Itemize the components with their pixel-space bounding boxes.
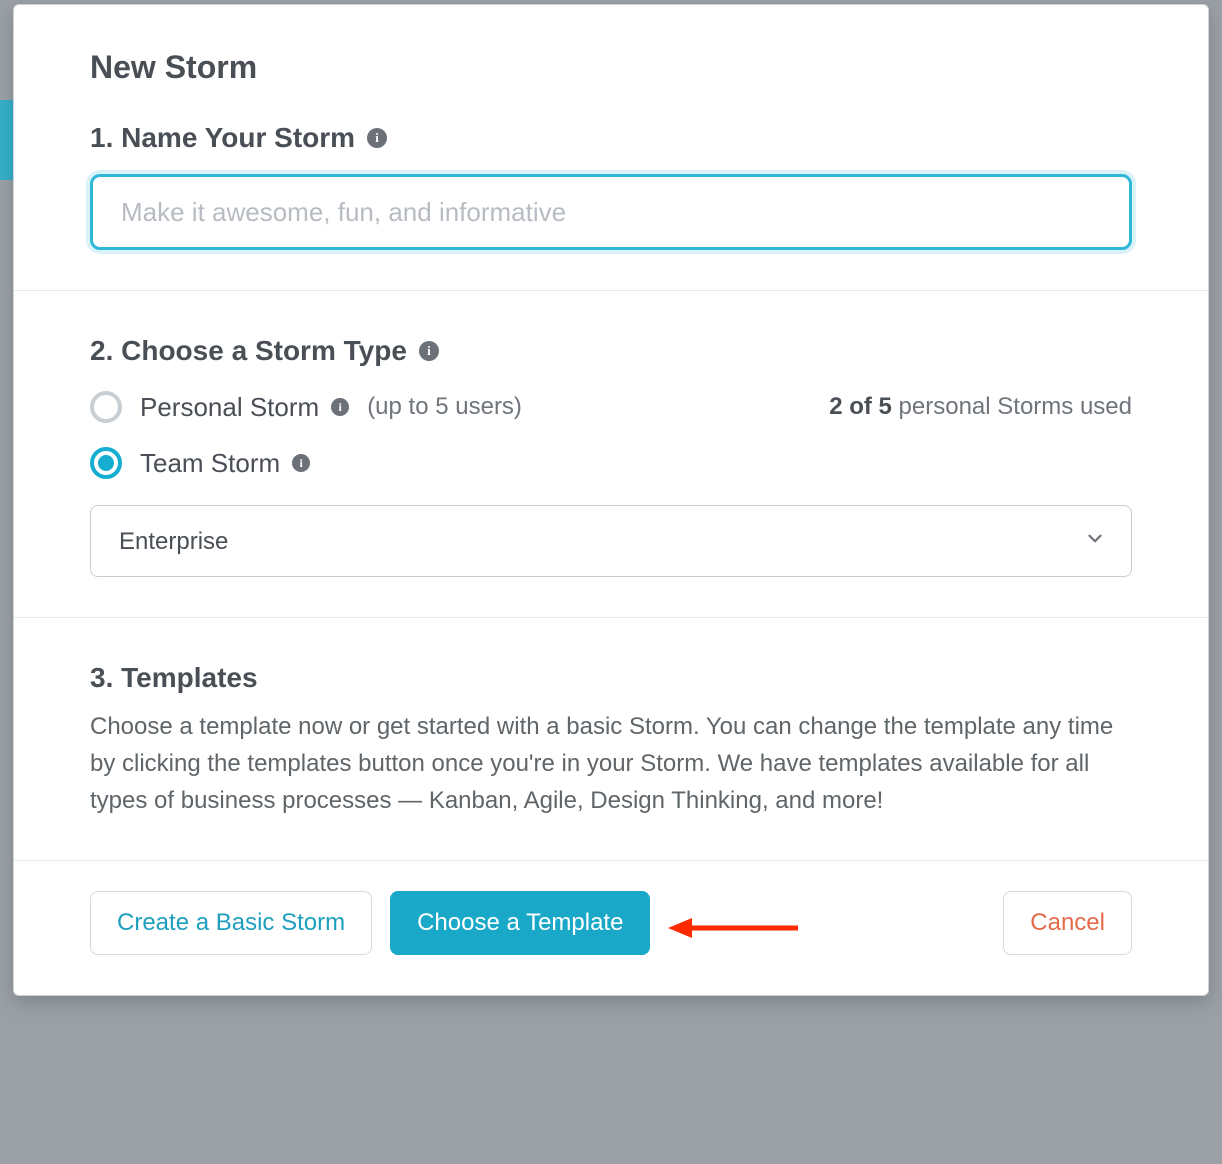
- radio-team-label: Team Storm i: [140, 448, 310, 479]
- background-accent: [0, 100, 14, 180]
- step2-title-text: 2. Choose a Storm Type: [90, 335, 407, 367]
- radio-personal-sub: (up to 5 users): [367, 393, 522, 421]
- cancel-button[interactable]: Cancel: [1003, 891, 1132, 955]
- new-storm-modal: New Storm 1. Name Your Storm i 2. Choose…: [13, 4, 1209, 996]
- info-icon[interactable]: i: [292, 454, 310, 472]
- radio-personal[interactable]: [90, 391, 122, 423]
- personal-usage-count: 2 of 5: [829, 393, 892, 420]
- section-templates: 3. Templates Choose a template now or ge…: [14, 617, 1208, 860]
- choose-template-button[interactable]: Choose a Template: [390, 891, 650, 955]
- radio-team-inner: [98, 455, 114, 471]
- personal-usage-suffix: personal Storms used: [892, 393, 1132, 420]
- radio-team[interactable]: [90, 447, 122, 479]
- step1-title: 1. Name Your Storm i: [90, 122, 1132, 154]
- team-select[interactable]: Enterprise: [90, 505, 1132, 577]
- templates-description: Choose a template now or get started wit…: [90, 708, 1132, 820]
- create-basic-storm-button[interactable]: Create a Basic Storm: [90, 891, 372, 955]
- section-name: New Storm 1. Name Your Storm i: [14, 5, 1208, 290]
- info-icon[interactable]: i: [419, 341, 439, 361]
- radio-personal-label: Personal Storm i (up to 5 users): [140, 392, 522, 423]
- step3-title-text: 3. Templates: [90, 662, 258, 694]
- team-select-wrap: Enterprise: [90, 505, 1132, 577]
- storm-name-input[interactable]: [90, 174, 1132, 250]
- radio-team-text: Team Storm: [140, 448, 280, 479]
- radio-row-team: Team Storm i: [90, 447, 1132, 479]
- radio-left-personal: Personal Storm i (up to 5 users): [90, 391, 522, 423]
- info-icon[interactable]: i: [367, 128, 387, 148]
- step1-title-text: 1. Name Your Storm: [90, 122, 355, 154]
- personal-usage: 2 of 5 personal Storms used: [829, 393, 1132, 421]
- modal-title: New Storm: [90, 49, 1132, 86]
- radio-row-personal: Personal Storm i (up to 5 users) 2 of 5 …: [90, 391, 1132, 423]
- section-type: 2. Choose a Storm Type i Personal Storm …: [14, 290, 1208, 617]
- modal-footer: Create a Basic Storm Choose a Template C…: [14, 860, 1208, 995]
- radio-personal-text: Personal Storm: [140, 392, 319, 423]
- step3-title: 3. Templates: [90, 662, 1132, 694]
- info-icon[interactable]: i: [331, 398, 349, 416]
- step2-title: 2. Choose a Storm Type i: [90, 335, 1132, 367]
- annotation-arrow: [666, 913, 806, 943]
